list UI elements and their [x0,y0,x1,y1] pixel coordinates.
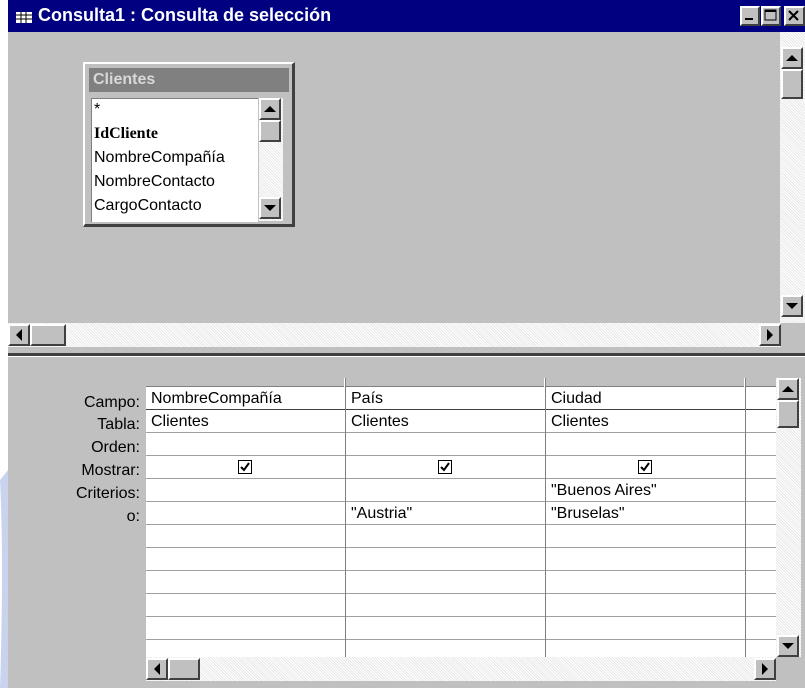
maximize-button[interactable] [761,6,781,26]
grid-vertical-scrollbar[interactable] [776,378,801,657]
grid-cell-campo[interactable]: País [351,390,383,408]
minimize-button[interactable] [740,6,760,26]
grid-line [146,455,776,456]
grid-line [146,501,776,502]
grid-cell-tabla[interactable]: Clientes [351,413,409,431]
table-field-list-title[interactable]: Clientes [89,68,289,92]
table-pane[interactable]: Clientes * IdCliente NombreCompañía Nomb… [8,32,805,347]
grid-horizontal-scrollbar[interactable] [146,657,776,681]
grid-cell-campo[interactable]: NombreCompañía [151,390,282,408]
table-pane-horizontal-scrollbar[interactable] [8,323,781,347]
query-window: Consulta1 : Consulta de selección Client… [8,0,805,688]
field-list-item[interactable]: NombreCompañía [94,149,225,167]
grid-line [146,432,776,433]
table-field-list[interactable]: Clientes * IdCliente NombreCompañía Nomb… [83,62,295,227]
title-bar[interactable]: Consulta1 : Consulta de selección [8,0,805,32]
grid-cell-campo[interactable]: Ciudad [551,390,602,408]
field-list-item[interactable]: NombreContacto [94,173,215,191]
row-label-orden: Orden: [91,439,140,456]
arrow-up-icon [782,386,794,392]
grid-line [146,409,776,410]
grid-column-divider [345,378,346,657]
column-selector[interactable] [146,378,344,387]
grid-line [146,524,776,525]
checkmark-icon [240,462,250,472]
arrow-up-icon [264,106,276,112]
grid-cell-o[interactable]: "Austria" [351,505,412,523]
grid-line [146,639,776,640]
grid-cell-tabla[interactable]: Clientes [151,413,209,431]
arrow-up-icon [786,55,798,61]
query-window-icon [16,9,32,23]
grid-line [146,570,776,571]
show-checkbox[interactable] [638,460,652,474]
window-title: Consulta1 : Consulta de selección [38,5,332,25]
checkmark-icon [640,462,650,472]
field-list-scroll-down-button[interactable] [259,197,281,219]
table-pane-scroll-down-button[interactable] [781,295,803,317]
grid-cell-tabla[interactable]: Clientes [551,413,609,431]
grid-vertical-thumb[interactable] [777,400,799,428]
grid-line [146,547,776,548]
checkmark-icon [440,462,450,472]
row-label-mostrar: Mostrar: [81,462,140,479]
size-box [781,323,805,347]
minimize-icon [745,18,753,20]
table-pane-vertical-thumb[interactable] [781,69,803,99]
column-selector[interactable] [346,378,544,387]
close-icon [788,10,799,21]
splitter-line [8,353,805,357]
arrow-right-icon [767,329,773,341]
query-design-grid[interactable]: NombreCompañía Clientes País Clientes "A… [146,378,776,657]
arrow-right-icon [762,663,768,675]
field-list-scroll-thumb[interactable] [259,120,281,142]
row-label-o: o: [126,508,140,525]
arrow-down-icon [264,205,276,211]
arrow-left-icon [16,329,22,341]
table-pane-vertical-scrollbar[interactable] [780,32,805,324]
grid-scroll-up-button[interactable] [777,378,799,400]
grid-line [146,593,776,594]
arrow-left-icon [154,663,160,675]
grid-cell-criterios[interactable]: "Buenos Aires" [551,482,657,500]
grid-scroll-left-button[interactable] [146,658,168,680]
show-checkbox[interactable] [438,460,452,474]
field-list-scrollbar[interactable] [259,98,283,221]
arrow-down-icon [782,643,794,649]
column-selector[interactable] [546,378,744,387]
grid-column-divider [545,378,546,657]
field-list-item-primary-key[interactable]: IdCliente [94,125,158,143]
show-checkbox[interactable] [238,460,252,474]
grid-line [146,616,776,617]
design-grid-pane[interactable]: Campo: Tabla: Orden: Mostrar: Criterios:… [8,370,805,688]
grid-line [146,478,776,479]
table-pane-scroll-left-button[interactable] [8,324,30,346]
field-list-item[interactable]: CargoContacto [94,197,202,215]
grid-cell-o[interactable]: "Bruselas" [551,505,625,523]
table-pane-horizontal-thumb[interactable] [30,324,66,346]
arrow-down-icon [786,303,798,309]
row-label-campo: Campo: [83,394,140,411]
grid-column-divider [745,378,746,657]
table-pane-scroll-up-button[interactable] [781,47,803,69]
row-label-tabla: Tabla: [97,416,140,433]
field-list-scroll-up-button[interactable] [259,98,281,120]
field-list[interactable]: * IdCliente NombreCompañía NombreContact… [91,98,258,222]
table-pane-scroll-right-button[interactable] [759,324,781,346]
field-list-item[interactable]: * [94,101,100,119]
grid-horizontal-thumb[interactable] [168,658,200,680]
maximize-icon [764,9,777,21]
grid-scroll-down-button[interactable] [777,635,799,657]
grid-scroll-right-button[interactable] [754,658,776,680]
row-label-criterios: Criterios: [75,485,140,502]
column-selector[interactable] [746,378,776,387]
close-button[interactable] [784,6,805,26]
